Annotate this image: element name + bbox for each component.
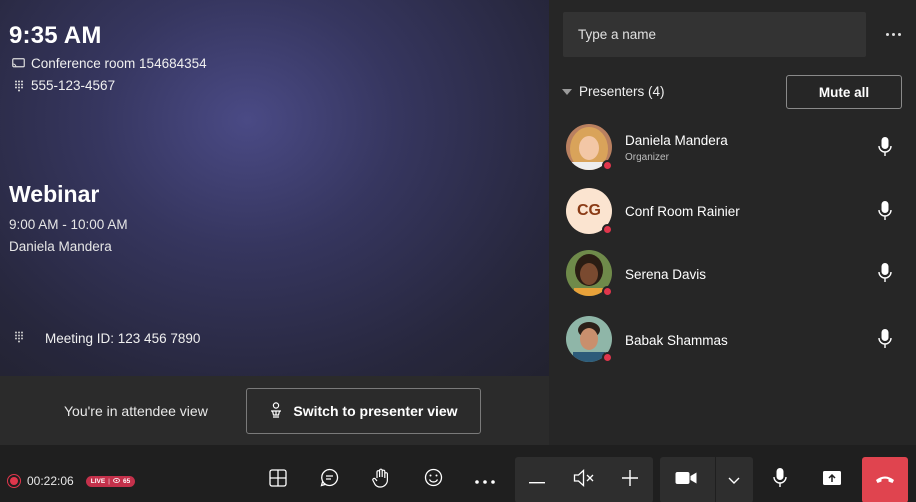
participant-role: Organizer xyxy=(625,152,669,163)
participants-panel: Presenters (4) Mute all Daniela Mandera … xyxy=(549,0,916,445)
chat-icon xyxy=(320,468,339,492)
presence-busy-icon xyxy=(602,352,613,363)
mic-icon[interactable] xyxy=(877,200,893,222)
presenters-label: Presenters (4) xyxy=(579,84,665,99)
hang-up-icon xyxy=(875,471,895,489)
raise-hand-icon xyxy=(372,468,390,493)
mute-all-button[interactable]: Mute all xyxy=(786,75,902,109)
meeting-id: Meeting ID: 123 456 7890 xyxy=(14,331,200,346)
room-info: Conference room 154684354 xyxy=(12,56,207,71)
webinar-title: Webinar xyxy=(9,181,100,207)
share-screen-icon xyxy=(822,470,842,491)
more-actions-button[interactable] xyxy=(463,457,507,502)
speaker-mute-button[interactable] xyxy=(562,457,606,502)
raise-hand-button[interactable] xyxy=(359,457,403,502)
live-label: LIVE xyxy=(90,477,106,485)
reactions-button[interactable] xyxy=(411,457,455,502)
live-badge: LIVE | 65 xyxy=(85,475,136,487)
presence-busy-icon xyxy=(602,286,613,297)
hang-up-button[interactable] xyxy=(862,457,908,502)
mic-icon[interactable] xyxy=(877,136,893,158)
participant-name: Conf Room Rainier xyxy=(625,204,740,219)
volume-up-button[interactable] xyxy=(608,457,652,502)
phone-number: 555-123-4567 xyxy=(31,78,116,93)
switch-label: Switch to presenter view xyxy=(293,403,458,419)
attendee-view-label: You're in attendee view xyxy=(64,403,208,419)
more-icon xyxy=(475,471,495,489)
presenters-section-toggle[interactable]: Presenters (4) xyxy=(562,84,665,99)
camera-options-button[interactable] xyxy=(714,457,754,502)
participant-name: Serena Davis xyxy=(625,267,707,282)
avatar xyxy=(566,124,613,171)
recording-icon xyxy=(7,474,21,488)
search-name-input[interactable] xyxy=(563,12,866,57)
presence-busy-icon xyxy=(602,224,613,235)
avatar xyxy=(566,250,613,297)
meeting-id-text: Meeting ID: 123 456 7890 xyxy=(45,331,201,346)
phone-info: 555-123-4567 xyxy=(12,78,115,93)
participant-name: Babak Shammas xyxy=(625,333,728,348)
eye-icon xyxy=(113,477,120,485)
meeting-stage: 9:35 AM Conference room 154684354 555-12… xyxy=(0,0,549,376)
chat-button[interactable] xyxy=(307,457,351,502)
webinar-organizer: Daniela Mandera xyxy=(9,239,112,254)
recording-indicator: 00:22:06 LIVE | 65 xyxy=(7,474,136,488)
mic-icon[interactable] xyxy=(877,262,893,284)
viewer-count: 65 xyxy=(123,477,131,485)
camera-icon xyxy=(675,471,697,490)
more-options-button[interactable] xyxy=(879,24,907,44)
cast-icon xyxy=(12,57,25,70)
volume-down-button[interactable] xyxy=(515,457,559,502)
participant-item[interactable]: Babak Shammas xyxy=(549,316,916,378)
volume-up-icon xyxy=(622,469,638,491)
avatar: CG xyxy=(566,188,613,235)
current-time: 9:35 AM xyxy=(9,22,102,49)
microphone-button[interactable] xyxy=(758,457,802,502)
share-screen-button[interactable] xyxy=(810,457,854,502)
reactions-icon xyxy=(424,468,443,492)
mic-icon xyxy=(772,467,788,494)
chevron-down-icon xyxy=(728,471,740,489)
presence-busy-icon xyxy=(602,160,613,171)
switch-to-presenter-button[interactable]: Switch to presenter view xyxy=(246,388,481,434)
dialpad-icon xyxy=(12,79,25,92)
participant-item[interactable]: Daniela Mandera Organizer xyxy=(549,124,916,186)
mic-icon[interactable] xyxy=(877,328,893,350)
participant-name: Daniela Mandera xyxy=(625,133,728,148)
speaker-mute-icon xyxy=(573,468,595,492)
room-name: Conference room 154684354 xyxy=(31,56,207,71)
layout-icon xyxy=(269,468,287,492)
participant-item[interactable]: Serena Davis xyxy=(549,250,916,312)
recording-time: 00:22:06 xyxy=(27,474,74,488)
layout-button[interactable] xyxy=(256,457,300,502)
presenter-icon xyxy=(269,401,283,421)
camera-button[interactable] xyxy=(664,457,708,502)
volume-down-icon xyxy=(529,471,545,489)
participant-item[interactable]: CG Conf Room Rainier xyxy=(549,188,916,250)
webinar-time: 9:00 AM - 10:00 AM xyxy=(9,217,128,232)
avatar xyxy=(566,316,613,363)
dialpad-icon xyxy=(14,331,26,346)
chevron-down-icon xyxy=(562,88,572,95)
